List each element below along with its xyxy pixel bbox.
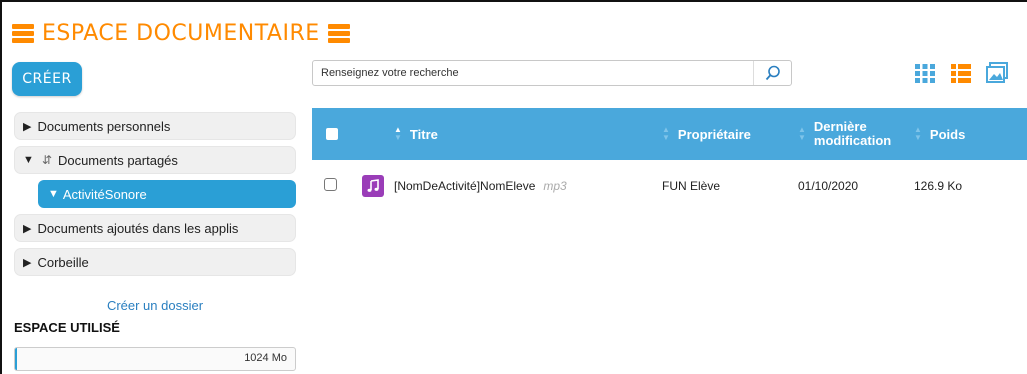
music-note-icon: [362, 175, 384, 197]
row-checkbox[interactable]: [324, 178, 337, 191]
list-view-icon[interactable]: [950, 62, 972, 84]
folder-icon: [12, 23, 34, 43]
grid-view-icon[interactable]: [914, 62, 936, 84]
table-header: ▲ ▼ Titre ▲ ▼ Propriétaire ▲ ▼ Dernière mod…: [312, 108, 1027, 160]
folder-tree: ▶ Documents personnels ▼ ⇵ Documents par…: [14, 112, 296, 282]
row-owner: FUN Elève: [662, 179, 721, 193]
sort-icon: ▲ ▼: [394, 125, 402, 142]
row-icon-cell: [362, 175, 394, 197]
page-title-text: ESPACE DOCUMENTAIRE: [42, 20, 320, 46]
select-all-cell: [312, 108, 394, 160]
column-proprietaire[interactable]: ▲ ▼ Propriétaire: [662, 108, 798, 160]
sidebar-item-corbeille[interactable]: ▶ Corbeille: [14, 248, 296, 276]
column-titre[interactable]: ▲ ▼ Titre: [394, 108, 662, 160]
create-button[interactable]: CRÉER: [12, 62, 82, 96]
file-name[interactable]: [NomDeActivité]NomEleve: [394, 179, 535, 193]
row-modified: 01/10/2020: [798, 179, 859, 193]
sidebar-item-label: ActivitéSonore: [62, 186, 147, 202]
music-note-glyph: [367, 179, 379, 192]
select-all-checkbox[interactable]: [326, 128, 338, 140]
space-used-label: ESPACE UTILISÉ: [14, 320, 120, 335]
sidebar-item-label: Documents personnels: [37, 118, 171, 134]
view-switcher: [914, 62, 1008, 84]
caret-down-icon: ▼: [23, 154, 34, 166]
column-modification[interactable]: ▲ ▼ Dernière modification: [798, 108, 914, 160]
caret-right-icon: ▶: [23, 120, 32, 133]
sort-icon: ▲ ▼: [662, 125, 670, 142]
row-title-cell[interactable]: [NomDeActivité]NomEleve mp3: [394, 179, 662, 193]
caret-right-icon: ▶: [23, 256, 32, 269]
file-extension: mp3: [543, 179, 567, 193]
create-folder-link[interactable]: Créer un dossier: [14, 298, 296, 313]
column-poids[interactable]: ▲ ▼ Poids: [914, 108, 1014, 160]
column-label: Titre: [409, 126, 438, 142]
space-used-fill: [15, 348, 17, 370]
sidebar-item-documents-personnels[interactable]: ▶ Documents personnels: [14, 112, 296, 140]
sidebar-item-activite-sonore[interactable]: ▼ ActivitéSonore: [38, 180, 296, 208]
row-size: 126.9 Ko: [914, 179, 963, 193]
space-used-bar: 1024 Mo: [14, 347, 296, 371]
row-select-cell: [312, 178, 362, 194]
sort-icon: ▲ ▼: [914, 125, 922, 142]
sidebar-item-documents-partages[interactable]: ▼ ⇵ Documents partagés: [14, 146, 296, 174]
search-icon: [765, 65, 780, 81]
sidebar-item-label: Documents ajoutés dans les applis: [37, 220, 239, 236]
page-title: ESPACE DOCUMENTAIRE: [12, 18, 350, 48]
space-used-amount: 1024 Mo: [244, 352, 287, 364]
column-label: Poids: [929, 126, 966, 142]
sidebar-item-documents-applis[interactable]: ▶ Documents ajoutés dans les applis: [14, 214, 296, 242]
documents-table: ▲ ▼ Titre ▲ ▼ Propriétaire ▲ ▼ Dernière mod…: [312, 108, 1027, 212]
share-icon: ⇵: [41, 153, 52, 167]
caret-down-icon: ▼: [48, 188, 59, 200]
column-label: Dernière modification: [813, 119, 892, 148]
sidebar-item-label: Documents partagés: [57, 152, 178, 168]
carousel-view-icon[interactable]: [986, 62, 1008, 84]
caret-right-icon: ▶: [23, 222, 32, 235]
sidebar-item-label: Corbeille: [37, 254, 89, 270]
table-row[interactable]: [NomDeActivité]NomEleve mp3 FUN Elève 01/…: [312, 160, 1027, 212]
sort-icon: ▲ ▼: [798, 125, 806, 142]
folder-icon: [327, 23, 350, 43]
search-bar: [312, 60, 792, 86]
column-label: Propriétaire: [677, 126, 751, 142]
search-button[interactable]: [753, 61, 791, 85]
search-input[interactable]: [313, 61, 753, 85]
